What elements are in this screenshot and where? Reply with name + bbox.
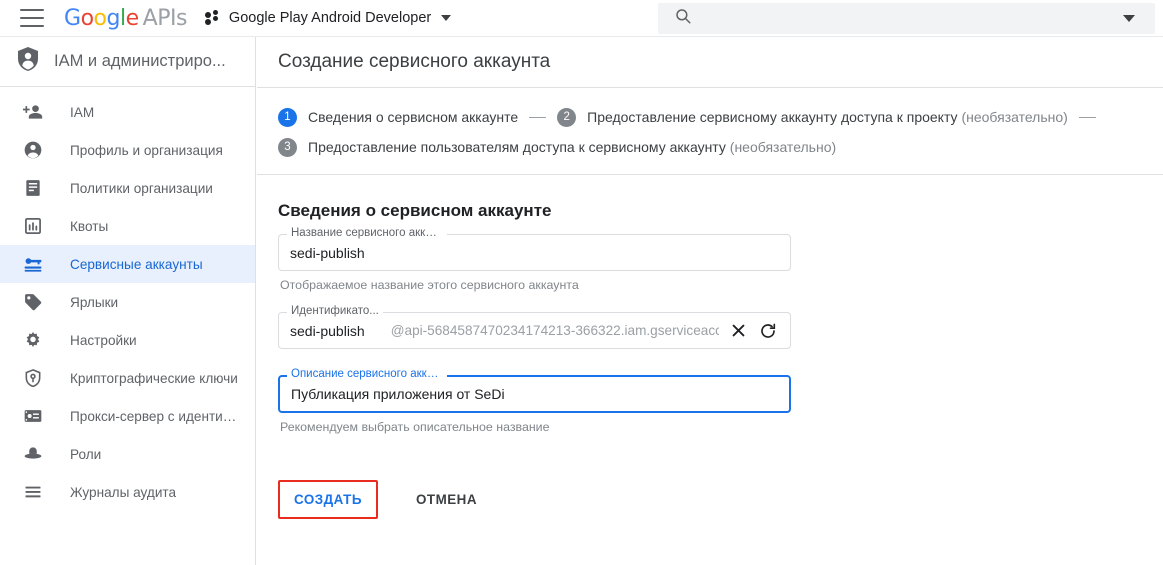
sidebar-item-label: Профиль и организация [70, 142, 223, 158]
sidebar-item-label: Политики организации [70, 180, 213, 196]
account-description-label: Описание сервисного аккаунта [287, 368, 447, 381]
stepper-row-2: 3 Предоставление пользователям доступа к… [278, 132, 1163, 162]
sidebar-item-organization-policies[interactable]: Политики организации [0, 169, 255, 207]
quota-chart-icon [22, 215, 44, 237]
step-number: 2 [557, 107, 577, 127]
project-dots-icon [204, 10, 221, 26]
account-description-field[interactable]: Описание сервисного аккаунта [278, 368, 791, 413]
search-dropdown-chevron-down-icon[interactable] [1123, 15, 1135, 22]
form-section-title: Сведения о сервисном аккаунте [278, 201, 552, 220]
sidebar-item-label: IAM [70, 104, 95, 120]
account-id-field[interactable]: Идентификато... sedi-publish @api-568458… [278, 305, 791, 349]
form-actions: СОЗДАТЬ ОТМЕНА [278, 480, 1163, 519]
close-x-icon[interactable] [727, 320, 749, 342]
step-label: Сведения о сервисном аккаунте [308, 109, 518, 125]
step-label: Предоставление пользователям доступа к с… [308, 139, 836, 155]
sidebar-item-roles[interactable]: Роли [0, 435, 255, 473]
step-1[interactable]: 1 Сведения о сервисном аккаунте [278, 107, 518, 127]
account-name-field[interactable]: Название сервисного аккаунта [278, 227, 791, 271]
sidebar-item-settings[interactable]: Настройки [0, 321, 255, 359]
roles-hat-icon [22, 443, 44, 465]
account-description-input[interactable] [291, 386, 778, 402]
account-id-label: Идентификато... [287, 305, 383, 318]
sidebar-item-identity-aware-proxy[interactable]: Прокси-сервер с идентифи... [0, 397, 255, 435]
sidebar-header-title: IAM и администриро... [54, 52, 226, 70]
stepper-row-1: 1 Сведения о сервисном аккаунте 2 Предос… [278, 102, 1163, 132]
sidebar-item-label: Роли [70, 446, 102, 462]
step-connector [1078, 116, 1096, 118]
project-name: Google Play Android Developer [228, 10, 432, 26]
search-bar[interactable] [658, 3, 1155, 34]
gear-icon [22, 329, 44, 351]
sidebar-item-service-accounts[interactable]: Сервисные аккаунты [0, 245, 255, 283]
sidebar-item-profile-organization[interactable]: Профиль и организация [0, 131, 255, 169]
main-content: Создание сервисного аккаунта 1 Сведения … [257, 37, 1163, 565]
top-bar: Google APIs Google Play Android Developer [0, 0, 1163, 37]
create-button-annotation-highlight: СОЗДАТЬ [278, 480, 378, 519]
sidebar-item-label: Прокси-сервер с идентифи... [70, 408, 242, 424]
sidebar-item-label: Журналы аудита [70, 484, 177, 500]
account-id-domain-suffix: @api-5684587470234174213-366322.iam.gser… [390, 323, 719, 338]
hamburger-menu-icon[interactable] [20, 9, 44, 27]
sidebar-item-label: Сервисные аккаунты [70, 256, 203, 272]
account-name-label: Название сервисного аккаунта [287, 227, 447, 240]
sidebar-item-quotas[interactable]: Квоты [0, 207, 255, 245]
sidebar-item-cryptographic-keys[interactable]: Криптографические ключи [0, 359, 255, 397]
service-account-form: Сведения о сервисном аккаунте Название с… [257, 175, 1163, 519]
cancel-button[interactable]: ОТМЕНА [404, 484, 489, 515]
crypto-key-shield-icon [22, 367, 44, 389]
sidebar-header[interactable]: IAM и администриро... [0, 37, 255, 87]
account-circle-icon [22, 139, 44, 161]
account-description-hint: Рекомендуем выбрать описательное названи… [280, 420, 550, 434]
sidebar-item-audit-logs[interactable]: Журналы аудита [0, 473, 255, 511]
step-3[interactable]: 3 Предоставление пользователям доступа к… [278, 137, 836, 157]
stepper: 1 Сведения о сервисном аккаунте 2 Предос… [257, 88, 1163, 175]
sidebar-nav: IAM Профиль и организация Политики орган… [0, 87, 255, 511]
sidebar-item-label: Криптографические ключи [70, 370, 238, 386]
shield-person-icon [16, 46, 40, 77]
create-button[interactable]: СОЗДАТЬ [282, 484, 374, 515]
chevron-down-icon [441, 15, 452, 21]
step-optional-note: (необязательно) [729, 139, 837, 155]
audit-logs-list-icon [22, 481, 44, 503]
google-apis-logo[interactable]: Google APIs [64, 6, 187, 31]
search-icon [674, 7, 692, 30]
label-tag-icon [22, 291, 44, 313]
account-name-input[interactable] [290, 244, 779, 261]
step-number: 3 [278, 137, 297, 157]
step-number: 1 [278, 107, 297, 127]
project-selector[interactable]: Google Play Android Developer [204, 10, 452, 26]
step-2[interactable]: 2 Предоставление сервисному аккаунту дос… [557, 107, 1068, 127]
page-title: Создание сервисного аккаунта [257, 37, 1163, 88]
account-name-hint: Отображаемое название этого сервисного а… [280, 278, 579, 292]
policy-document-icon [22, 177, 44, 199]
sidebar-item-labels[interactable]: Ярлыки [0, 283, 255, 321]
step-connector [529, 116, 547, 118]
sidebar-item-label: Квоты [70, 218, 109, 234]
account-id-value[interactable]: sedi-publish [290, 323, 365, 339]
step-label-text: Сведения о сервисном аккаунте [308, 109, 519, 125]
sidebar-item-iam[interactable]: IAM [0, 93, 255, 131]
person-add-icon [22, 101, 44, 123]
service-account-key-icon [22, 253, 44, 275]
step-label: Предоставление сервисному аккаунту досту… [587, 109, 1068, 125]
step-optional-note: (необязательно) [961, 109, 1068, 125]
search-input[interactable] [704, 10, 1123, 27]
identity-proxy-icon [22, 405, 44, 427]
step-label-text: Предоставление сервисному аккаунту досту… [587, 109, 958, 125]
sidebar-item-label: Ярлыки [70, 294, 119, 310]
page-root: Google APIs Google Play Android Developer [0, 0, 1163, 565]
sidebar: IAM и администриро... IAM Профиль и орга… [0, 37, 256, 565]
logo-apis-suffix: APIs [142, 5, 188, 31]
refresh-icon[interactable] [757, 320, 779, 342]
step-label-text: Предоставление пользователям доступа к с… [308, 139, 726, 155]
sidebar-item-label: Настройки [70, 332, 137, 348]
